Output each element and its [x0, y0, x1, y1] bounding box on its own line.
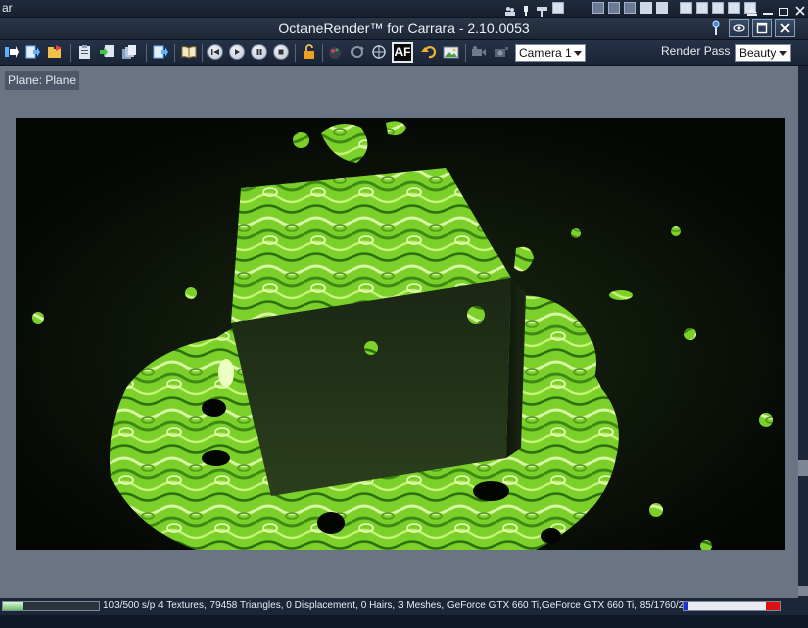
host-app-strip: ar [0, 0, 808, 18]
play-icon [235, 49, 240, 55]
host-toolbar-icons [504, 2, 564, 17]
camera-target-icon[interactable] [492, 43, 510, 61]
signpost-icon[interactable] [536, 2, 548, 17]
stop-icon [278, 49, 284, 55]
gpu-memory-limit [766, 602, 780, 610]
render-progress-fill [3, 602, 23, 610]
minimize-host-icon[interactable] [762, 2, 774, 15]
marble-drop [759, 413, 773, 427]
play-button[interactable] [229, 44, 245, 60]
marble-drop [32, 312, 44, 324]
layout-icon-5[interactable] [656, 2, 668, 14]
render-pass-select[interactable]: Beauty [735, 44, 791, 62]
splash-hole [202, 399, 226, 417]
video-camera-icon[interactable] [470, 43, 488, 61]
stop-button[interactable] [273, 44, 289, 60]
rewind-button[interactable] [207, 44, 223, 60]
close-icon [780, 23, 790, 33]
toolbar-separator [295, 44, 296, 62]
host-window-icons [746, 2, 806, 16]
render-viewport[interactable] [16, 118, 785, 550]
eye-icon [733, 24, 745, 32]
material-ball-icon[interactable] [326, 43, 344, 61]
close-button[interactable] [775, 19, 795, 37]
splash-hole [317, 512, 345, 534]
grid-small-icon[interactable] [552, 2, 564, 14]
maximize-icon [756, 22, 768, 34]
load-sequence-icon[interactable] [98, 43, 116, 61]
host-layout-icons [592, 2, 668, 14]
autofocus-button[interactable]: AF [392, 42, 413, 63]
eject-icon[interactable] [746, 2, 758, 16]
marble-drop [467, 306, 485, 324]
pause-icon [256, 49, 262, 55]
open-folder-icon[interactable] [46, 43, 64, 61]
toolbar-separator [322, 44, 323, 62]
refresh-sphere-icon[interactable] [348, 43, 366, 61]
layout-icon-1[interactable] [592, 2, 604, 14]
marble-drop [364, 341, 378, 355]
send-to-icon[interactable] [152, 43, 170, 61]
window-title: OctaneRender™ for Carrara - 2.10.0053 [278, 20, 530, 36]
pause-button[interactable] [251, 44, 267, 60]
view-button[interactable] [729, 19, 749, 37]
highlight [218, 359, 234, 387]
marble-drop [671, 226, 681, 236]
marble-drop [185, 287, 197, 299]
toolbar-separator [465, 44, 466, 62]
render-pass-select-value: Beauty [739, 46, 777, 60]
toolbar-separator [174, 44, 175, 62]
splash-hole [541, 528, 561, 544]
render-status-text: 103/500 s/p 4 Textures, 79458 Triangles,… [103, 600, 719, 611]
room-icon-1[interactable] [680, 2, 692, 14]
book-help-icon[interactable] [180, 43, 198, 61]
lock-icon[interactable] [300, 43, 318, 61]
marble-drop [684, 328, 696, 340]
clipboard-icon[interactable] [76, 43, 94, 61]
room-icon-4[interactable] [728, 2, 740, 14]
marble-drop [293, 132, 309, 148]
toolbar-separator [202, 44, 203, 62]
camera-select-value: Camera 1 [519, 46, 572, 60]
selected-object-label: Plane: Plane [5, 71, 80, 90]
splash-hole [473, 481, 509, 501]
close-host-icon[interactable] [794, 2, 806, 16]
import-scene-icon[interactable] [3, 43, 21, 61]
stack-copy-icon[interactable] [120, 43, 138, 61]
focus-picker-icon[interactable] [370, 43, 388, 61]
render-pass-label: Render Pass [661, 44, 731, 58]
marble-drop [649, 503, 663, 517]
camera-select[interactable]: Camera 1 [515, 44, 586, 62]
rendered-image [16, 118, 785, 550]
restore-host-icon[interactable] [778, 2, 790, 16]
pin-icon[interactable] [708, 19, 724, 37]
toolbar-separator [70, 44, 71, 62]
host-bottom-strip [0, 615, 808, 628]
window-title-bar[interactable]: OctaneRender™ for Carrara - 2.10.0053 [0, 18, 808, 40]
layout-icon-4[interactable] [640, 2, 652, 14]
toolbar-separator [146, 44, 147, 62]
undo-icon[interactable] [420, 43, 438, 61]
gpu-memory-used [684, 602, 688, 610]
picture-icon[interactable] [442, 43, 460, 61]
people-icon[interactable] [504, 2, 516, 16]
gpu-memory-bar [683, 601, 781, 611]
marble-drop [571, 228, 581, 238]
rewind-icon [211, 49, 219, 55]
render-progress-bar [2, 601, 100, 611]
room-icon-2[interactable] [696, 2, 708, 14]
splash-hole [202, 450, 230, 466]
maximize-button[interactable] [752, 19, 772, 37]
right-edge-strip [798, 66, 808, 598]
host-room-icons [680, 2, 756, 14]
layout-icon-2[interactable] [608, 2, 620, 14]
export-scene-icon[interactable] [24, 43, 42, 61]
layout-icon-3[interactable] [624, 2, 636, 14]
marble-drop [609, 290, 633, 300]
chevron-down-icon [779, 51, 787, 56]
pin-small-icon[interactable] [520, 2, 532, 16]
host-title-fragment: ar [2, 1, 13, 15]
chevron-down-icon [574, 51, 582, 56]
room-icon-3[interactable] [712, 2, 724, 14]
